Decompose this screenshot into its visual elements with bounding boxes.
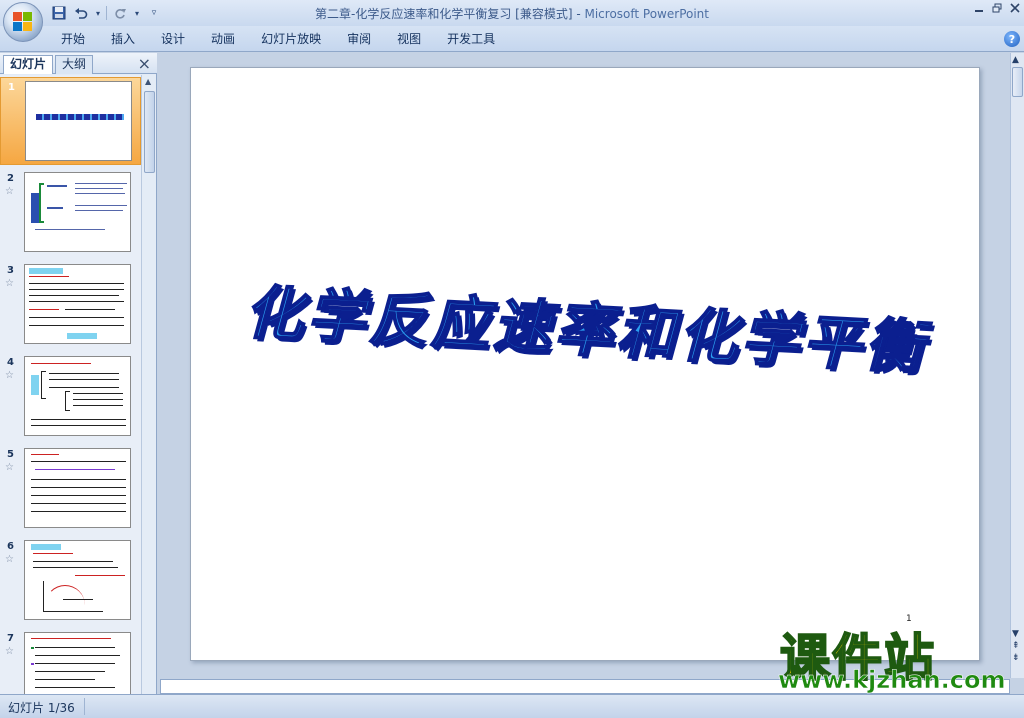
- scroll-down-icon[interactable]: ▼: [1012, 629, 1019, 639]
- app-name: Microsoft PowerPoint: [584, 7, 709, 21]
- slide-thumbnail[interactable]: 1: [0, 77, 141, 165]
- animation-star-icon: ☆: [5, 646, 14, 657]
- tab-review[interactable]: 审阅: [334, 30, 384, 48]
- animation-star-icon: ☆: [5, 278, 14, 289]
- tab-view[interactable]: 视图: [384, 30, 434, 48]
- scrollbar-thumb[interactable]: [1012, 67, 1023, 97]
- office-button[interactable]: [3, 2, 43, 42]
- title-bar: ▾ ▾ ▿ 第二章-化学反应速率和化学平衡复习 [兼容模式] - Microso…: [0, 0, 1024, 26]
- animation-star-icon: ☆: [5, 370, 14, 381]
- slides-pane: 幻灯片 大纲 × 1 2 ☆ 3 ☆ 4 ☆ 5 ☆ 6 ☆ 7 ☆ ▲: [0, 53, 157, 694]
- slide-thumbnail[interactable]: 5 ☆: [0, 445, 141, 533]
- office-logo-icon: [12, 11, 34, 33]
- pane-tabs: 幻灯片 大纲 ×: [0, 53, 157, 74]
- slide-thumbnail[interactable]: 3 ☆: [0, 261, 141, 349]
- slide-preview: [24, 448, 131, 528]
- slide-preview: [24, 540, 131, 620]
- scrollbar-thumb[interactable]: [144, 91, 155, 173]
- slide-title-wordart[interactable]: 化学反应速率和化学平衡: [190, 262, 981, 387]
- slide-number: 2: [7, 173, 14, 184]
- animation-star-icon: ☆: [5, 186, 14, 197]
- slide-number: 7: [7, 633, 14, 644]
- tab-insert[interactable]: 插入: [98, 30, 148, 48]
- animation-star-icon: ☆: [5, 554, 14, 565]
- slide-preview: [25, 81, 132, 161]
- tab-slides[interactable]: 幻灯片: [3, 55, 54, 74]
- animation-star-icon: ☆: [5, 462, 14, 473]
- minimize-icon[interactable]: [974, 3, 984, 16]
- editor-scrollbar[interactable]: ▲ ▼ ⇞ ⇟: [1010, 53, 1024, 678]
- slide-number: 1: [8, 82, 15, 93]
- slide-number: 4: [7, 357, 14, 368]
- slide-number: 6: [7, 541, 14, 552]
- watermark: 课件站 www.kjzhan.com: [770, 618, 1010, 696]
- ribbon-tabs: 开始 插入 设计 动画 幻灯片放映 审阅 视图 开发工具: [48, 30, 508, 48]
- slide-preview: [24, 356, 131, 436]
- slide-thumbnail[interactable]: 7 ☆: [0, 629, 141, 694]
- current-slide[interactable]: 化学反应速率和化学平衡 1: [190, 67, 980, 661]
- tab-animations[interactable]: 动画: [198, 30, 248, 48]
- close-icon[interactable]: [1010, 3, 1020, 16]
- slide-number: 5: [7, 449, 14, 460]
- status-bar: 幻灯片 1/36: [0, 694, 1024, 718]
- close-pane-icon[interactable]: ×: [138, 54, 151, 73]
- slide-preview: [24, 632, 131, 694]
- slide-thumbnail[interactable]: 2 ☆: [0, 169, 141, 257]
- thumbnail-scrollbar[interactable]: ▲: [141, 75, 156, 694]
- tab-slideshow[interactable]: 幻灯片放映: [248, 30, 334, 48]
- slide-thumbnail[interactable]: 6 ☆: [0, 537, 141, 625]
- watermark-url: www.kjzhan.com: [778, 666, 1006, 695]
- help-icon[interactable]: ?: [1004, 31, 1020, 47]
- slide-preview: [24, 264, 131, 344]
- slide-number: 3: [7, 265, 14, 276]
- window-title: 第二章-化学反应速率和化学平衡复习 [兼容模式] - Microsoft Pow…: [0, 5, 1024, 22]
- slide-editor: 化学反应速率和化学平衡 1 ▲ ▼ ⇞ ⇟: [158, 53, 1024, 678]
- ribbon: 开始 插入 设计 动画 幻灯片放映 审阅 视图 开发工具 ?: [0, 26, 1024, 52]
- document-title: 第二章-化学反应速率和化学平衡复习 [兼容模式]: [315, 7, 573, 21]
- tab-design[interactable]: 设计: [148, 30, 198, 48]
- slide-preview: [24, 172, 131, 252]
- tab-developer[interactable]: 开发工具: [434, 30, 508, 48]
- status-divider: [84, 698, 85, 715]
- tab-home[interactable]: 开始: [48, 30, 98, 48]
- title-separator: -: [572, 7, 585, 21]
- window-controls: [974, 3, 1020, 16]
- scroll-up-icon[interactable]: ▲: [145, 77, 151, 86]
- slide-thumbnails: 1 2 ☆ 3 ☆ 4 ☆ 5 ☆ 6 ☆ 7 ☆: [0, 75, 141, 694]
- slide-indicator: 幻灯片 1/36: [8, 701, 75, 715]
- scroll-up-icon[interactable]: ▲: [1012, 55, 1019, 65]
- tab-outline[interactable]: 大纲: [55, 55, 94, 74]
- restore-icon[interactable]: [992, 3, 1002, 16]
- mini-title-graphic: [36, 114, 124, 120]
- next-slide-icon[interactable]: ⇟: [1012, 653, 1020, 663]
- previous-slide-icon[interactable]: ⇞: [1012, 641, 1020, 651]
- slide-thumbnail[interactable]: 4 ☆: [0, 353, 141, 441]
